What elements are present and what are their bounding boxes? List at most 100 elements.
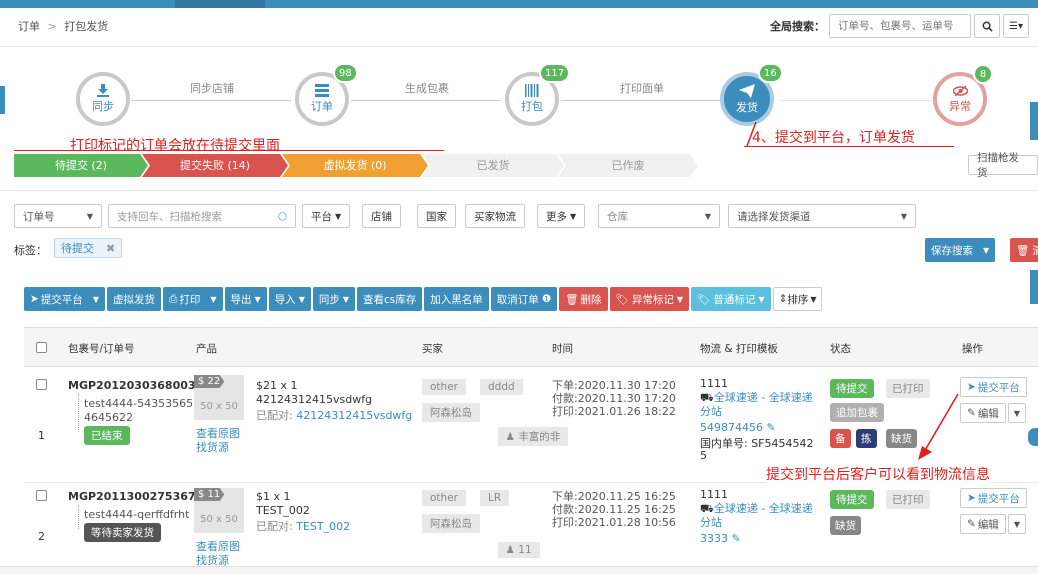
row-edit-group: ✎ 编辑 ▼ [960,514,1026,534]
paper-plane-icon: ➤ [30,293,39,305]
close-icon[interactable]: ✖ [106,242,115,255]
search-icon: ○ [277,210,287,222]
row-edit-dropdown[interactable]: ▼ [1007,514,1026,534]
tracking-number[interactable]: 3333 ✎ [700,532,741,545]
select-all-checkbox[interactable] [36,342,47,353]
annotation-underline [14,150,444,151]
logistics-code: 1111 [700,377,728,390]
caret-down-icon: ▼ [1013,519,1020,529]
tab-label: 虚拟发货 (0) [323,159,387,172]
global-search-button[interactable] [974,14,1000,38]
view-cs-stock-button[interactable]: 查看cs库存 [357,287,423,311]
package-number[interactable]: MGP2011300275367 [68,490,196,503]
row-submit-button[interactable]: ➤ 提交平台 [960,488,1027,508]
right-edge-tab[interactable] [1030,102,1038,140]
package-number[interactable]: MGP2012030368003 [68,379,196,392]
row-submit-button[interactable]: ➤ 提交平台 [960,377,1027,397]
scan-ship-button[interactable]: 扫描枪发货 [968,152,1038,179]
user-icon: ♟ [505,544,515,556]
caret-down-icon: ▼ [86,211,93,221]
caret-down-icon: ▼ [570,211,577,221]
buyer-country: 阿森松岛 [422,403,480,422]
order-search-input[interactable]: 支持回车、扫描枪搜索 ○ [108,204,296,228]
row-edit-button[interactable]: ✎ 编辑 [960,514,1006,534]
warehouse-placeholder: 仓库 [607,210,628,223]
breadcrumb-root[interactable]: 订单 [18,20,40,33]
view-menu-button[interactable]: ☰▾ [1003,14,1029,38]
connector-label: 同步店铺 [190,82,234,95]
buyer-logistics-filter[interactable]: 买家物流 [465,204,525,228]
logistics-channel-link[interactable]: 全球速递 - 全球速递分站 [700,502,813,529]
cancel-order-button[interactable]: 取消订单 ❶ [490,287,558,311]
matched-sku-link[interactable]: 42124312415vsdwfg [296,409,412,422]
step-label: 同步 [92,100,114,113]
left-edge-tab[interactable] [0,86,5,114]
export-button[interactable]: 导出 ▼ [224,287,267,311]
order-type-select[interactable]: 订单号 ▼ [14,204,102,228]
delete-button[interactable]: 🗑 删除 [559,287,608,311]
save-search-button[interactable]: 保存搜索 ▼ [925,238,996,262]
row-checkbox[interactable] [36,490,47,501]
tag-chip[interactable]: 待提交 ✖ [54,238,123,258]
edit-icon[interactable]: ✎ [767,421,776,434]
delete-label: 删除 [580,293,602,306]
row-checkbox[interactable] [36,379,47,390]
logistics-channel-link[interactable]: 全球速递 - 全球速递分站 [700,391,813,418]
tab-shipped[interactable]: 已发货 [422,154,564,177]
exception-mark-label: 异常标记 [631,293,674,306]
product-matched: 已配对: TEST_002 [256,518,350,534]
order-number-cont: 4645622 [84,411,133,424]
row-submit-label: 提交平台 [977,381,1020,394]
tab-virtual[interactable]: 虚拟发货 (0) [282,154,428,177]
exception-mark-button[interactable]: 🏷 异常标记 ▼ [609,287,690,311]
step-sync[interactable]: 同步 [76,72,130,126]
tracking-text: 3333 [700,532,728,545]
step-label: 订单 [311,100,333,113]
tab-pending[interactable]: 待提交 (2) [14,154,148,177]
buyer-tag: LR [479,490,510,506]
info-icon: ❶ [541,293,552,305]
row-index: 2 [38,530,45,543]
qty-badge: $ 22 [194,375,225,388]
virtual-ship-button[interactable]: 虚拟发货 [106,287,161,311]
blacklist-button[interactable]: 加入黑名单 [424,287,489,311]
clear-button[interactable]: 🗑 清 [1010,238,1038,262]
submit-platform-button[interactable]: ➤ 提交平台 ▼ [24,287,105,311]
product-sku: TEST_002 [256,504,310,517]
shop-filter[interactable]: 店铺 [362,204,401,228]
caret-down-icon: ▼ [1013,408,1020,418]
row-edit-dropdown[interactable]: ▼ [1007,403,1026,423]
platform-dropdown[interactable]: 平台 ▼ [302,204,351,228]
append-package-badge[interactable]: 追加包裹 [830,403,884,422]
sort-dropdown[interactable]: ⇕ 排序 ▼ [772,287,823,311]
import-button[interactable]: 导入 ▼ [268,287,311,311]
domestic-number: 国内单号: SF5454542 [700,437,814,450]
qty-badge-value: 22 [207,376,221,387]
connector-line [131,100,291,101]
order-number[interactable]: test4444-54353565 [84,397,193,410]
right-edge-tab-2[interactable] [1030,270,1038,304]
normal-mark-button[interactable]: 🏷 普通标记 ▼ [691,287,771,311]
domestic-number-cont: 5 [700,449,707,462]
more-dropdown[interactable]: 更多 ▼ [537,204,586,228]
order-status-badge: 已结束 [84,426,130,445]
find-source-link[interactable]: 找货源 [196,439,229,455]
paper-plane-icon: ➤ [967,492,976,504]
tab-voided[interactable]: 已作废 [558,154,698,177]
buyer-name: ♟ 11 [497,542,540,558]
tab-failed[interactable]: 提交失败 (14) [142,154,288,177]
channel-select[interactable]: 请选择发货渠道 ▼ [728,204,916,228]
country-filter[interactable]: 国家 [417,204,456,228]
warehouse-select[interactable]: 仓库 ▼ [598,204,720,228]
cloud-helper-icon[interactable] [1028,428,1038,446]
channel-placeholder: 请选择发货渠道 [737,210,811,223]
global-search-input[interactable] [829,14,971,38]
tracking-number[interactable]: 549874456 ✎ [700,421,776,434]
matched-sku-link[interactable]: TEST_002 [296,520,350,533]
edit-icon[interactable]: ✎ [732,532,741,545]
order-number[interactable]: test4444-qerffdfrht [84,508,189,521]
col-time: 时间 [552,343,573,355]
annotation-logistics-info: 提交到平台后客户可以看到物流信息 [766,464,990,484]
print-button[interactable]: ⎙ 打印 ▼ [162,287,223,311]
sync-button[interactable]: 同步 ▼ [312,287,355,311]
